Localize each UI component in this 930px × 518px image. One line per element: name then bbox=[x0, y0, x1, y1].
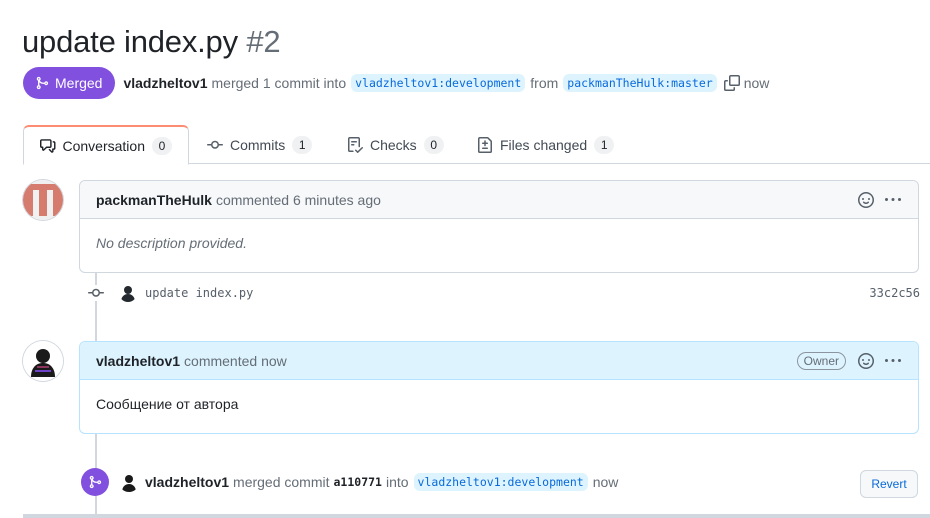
pr-tabs: Conversation 0 Commits 1 Checks 0 Files … bbox=[23, 125, 930, 165]
pr-author-link[interactable]: vladzheltov1 bbox=[123, 75, 207, 91]
file-diff-icon bbox=[478, 136, 492, 153]
pr-meta: Merged vladzheltov1 merged 1 commit into… bbox=[23, 67, 769, 99]
comment-author-link[interactable]: packmanTheHulk bbox=[96, 192, 212, 208]
comment-actions bbox=[858, 191, 902, 208]
avatar[interactable] bbox=[23, 180, 63, 220]
comment-body: No description provided. bbox=[96, 235, 247, 251]
comment-body: Сообщение от автора bbox=[96, 396, 239, 412]
pr-title-text: update index.py bbox=[22, 24, 238, 59]
tab-files-changed-label: Files changed bbox=[500, 136, 588, 153]
avatar[interactable] bbox=[119, 472, 139, 492]
merged-status-badge: Merged bbox=[23, 67, 116, 99]
tab-conversation-label: Conversation bbox=[62, 137, 146, 154]
revert-button[interactable]: Revert bbox=[860, 470, 918, 498]
head-branch-label[interactable]: packmanTheHulk:master bbox=[563, 74, 717, 92]
comment-header: packmanTheHulk commented 6 minutes ago bbox=[80, 181, 918, 219]
tab-checks-count: 0 bbox=[423, 135, 444, 154]
merged-label: Merged bbox=[55, 75, 103, 91]
merge-event: vladzheltov1 merged commit a110771 into … bbox=[81, 467, 921, 497]
tab-commits-count: 1 bbox=[292, 135, 313, 154]
user-silhouette-icon bbox=[119, 284, 137, 302]
comment-meta[interactable]: commented 6 minutes ago bbox=[216, 192, 381, 208]
smiley-icon[interactable] bbox=[858, 352, 874, 369]
tab-commits-label: Commits bbox=[230, 136, 286, 153]
merge-into-text: into bbox=[385, 474, 409, 490]
checklist-icon bbox=[348, 136, 363, 153]
git-merge-icon bbox=[89, 475, 102, 489]
commit-message-link[interactable]: update index.py bbox=[145, 286, 253, 300]
comment-box: vladzheltov1 commented now Owner Сообщен… bbox=[79, 341, 919, 434]
comment-meta[interactable]: commented now bbox=[184, 353, 287, 369]
tab-commits[interactable]: Commits 1 bbox=[191, 125, 328, 164]
merge-event-badge bbox=[81, 468, 109, 496]
user-avatar-icon bbox=[119, 472, 139, 492]
pr-title: update index.py #2 bbox=[22, 24, 281, 60]
pr-time: now bbox=[743, 75, 770, 91]
tab-conversation[interactable]: Conversation 0 bbox=[23, 125, 189, 165]
base-branch-label[interactable]: vladzheltov1:development bbox=[351, 74, 526, 92]
merge-author-link[interactable]: vladzheltov1 bbox=[145, 474, 229, 490]
merge-time[interactable]: now bbox=[593, 474, 619, 490]
from-text: from bbox=[530, 75, 559, 91]
commit-row: update index.py 33c2c56 bbox=[87, 283, 920, 303]
merge-action-text: merged commit bbox=[233, 474, 330, 490]
tab-checks-label: Checks bbox=[370, 136, 417, 153]
identicon-avatar-icon bbox=[23, 180, 63, 220]
comment-author-link[interactable]: vladzheltov1 bbox=[96, 353, 180, 369]
comment-header: vladzheltov1 commented now Owner bbox=[80, 342, 918, 380]
pr-action-text: merged 1 commit into bbox=[211, 75, 347, 91]
owner-badge: Owner bbox=[796, 351, 846, 370]
avatar[interactable] bbox=[23, 341, 63, 381]
copy-icon[interactable] bbox=[723, 75, 740, 91]
smiley-icon[interactable] bbox=[858, 191, 874, 208]
user-avatar-icon bbox=[23, 341, 63, 381]
git-commit-icon bbox=[207, 140, 223, 149]
tab-checks[interactable]: Checks 0 bbox=[331, 125, 460, 164]
kebab-horizontal-icon[interactable] bbox=[884, 353, 902, 369]
git-merge-icon bbox=[36, 76, 49, 90]
timeline-divider bbox=[23, 514, 930, 518]
tab-files-changed-count: 1 bbox=[594, 135, 615, 154]
git-commit-icon bbox=[87, 285, 105, 301]
comment-discussion-icon bbox=[40, 138, 56, 153]
comment-box: packmanTheHulk commented 6 minutes ago N… bbox=[79, 180, 919, 273]
kebab-horizontal-icon[interactable] bbox=[884, 192, 902, 208]
tab-conversation-count: 0 bbox=[152, 136, 172, 155]
comment-actions: Owner bbox=[796, 351, 902, 370]
tab-files-changed[interactable]: Files changed 1 bbox=[461, 125, 630, 164]
merge-branch-label[interactable]: vladzheltov1:development bbox=[413, 473, 588, 491]
avatar[interactable] bbox=[119, 284, 137, 302]
pr-number: #2 bbox=[246, 24, 281, 59]
commit-sha-link[interactable]: 33c2c56 bbox=[869, 286, 920, 300]
merge-commit-sha-link[interactable]: a110771 bbox=[334, 475, 382, 489]
